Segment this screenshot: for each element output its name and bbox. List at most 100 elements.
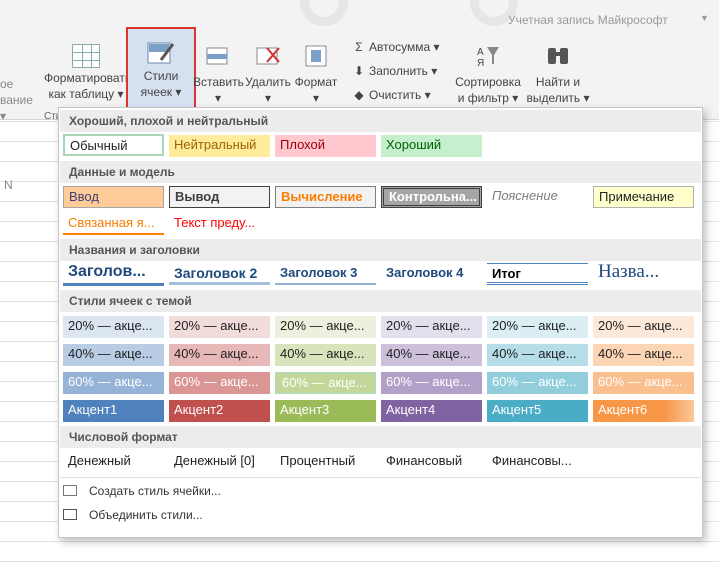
style-explanatory[interactable]: Пояснение (487, 186, 588, 208)
style-linked-cell[interactable]: Связанная я... (63, 213, 164, 235)
style-note[interactable]: Примечание (593, 186, 694, 208)
style-accent2[interactable]: Акцент2 (169, 400, 270, 422)
format-table-label: как таблицу ▾ (48, 87, 124, 101)
style-check-cell[interactable]: Контрольна... (381, 186, 482, 208)
style-accent4-20[interactable]: 20% — акце... (381, 316, 482, 338)
style-heading-3[interactable]: Заголовок 3 (275, 263, 376, 285)
style-accent3[interactable]: Акцент3 (275, 400, 376, 422)
find-select-label: Найти и (535, 75, 581, 89)
style-accent2-60[interactable]: 60% — акце... (169, 372, 270, 394)
table-icon (72, 44, 100, 68)
clear-button[interactable]: ◆ Очистить ▾ (352, 88, 430, 102)
delete-icon (244, 44, 292, 72)
style-accent5-20[interactable]: 20% — акце... (487, 316, 588, 338)
find-select-label: выделить ▾ (526, 91, 590, 105)
style-accent1-20[interactable]: 20% — акце... (63, 316, 164, 338)
fill-down-icon: ⬇ (353, 64, 365, 78)
style-accent2-40[interactable]: 40% — акце... (169, 344, 270, 366)
binoculars-icon (526, 44, 590, 72)
style-accent5[interactable]: Акцент5 (487, 400, 588, 422)
new-style-icon (63, 485, 77, 496)
style-accent1[interactable]: Акцент1 (63, 400, 164, 422)
partial-button[interactable]: ое вание ▾ (0, 76, 40, 124)
format-table-label: Форматировать (44, 71, 132, 85)
style-heading-2[interactable]: Заголовок 2 (169, 263, 270, 285)
sort-filter-label: и фильтр ▾ (457, 91, 519, 105)
cell-styles-gallery: Хороший, плохой и нейтральный Обычный Не… (58, 107, 703, 538)
style-accent3-20[interactable]: 20% — акце... (275, 316, 376, 338)
style-total[interactable]: Итог (487, 263, 588, 285)
find-select-button[interactable]: Найти и выделить ▾ (526, 44, 590, 106)
cell-styles-label: Стили (143, 69, 179, 83)
insert-button[interactable]: Вставить ▾ (193, 44, 244, 106)
fill-button[interactable]: ⬇ Заполнить ▾ (352, 64, 437, 78)
style-percent[interactable]: Процентный (275, 451, 376, 473)
format-icon (292, 44, 340, 72)
style-accent1-40[interactable]: 40% — акце... (63, 344, 164, 366)
style-accent1-60[interactable]: 60% — акце... (63, 372, 164, 394)
section-header-titles: Названия и заголовки (60, 239, 701, 261)
svg-text:Я: Я (477, 58, 484, 68)
delete-label: Удалить (245, 75, 291, 89)
style-accent4-40[interactable]: 40% — акце... (381, 344, 482, 366)
separator (60, 477, 701, 478)
style-accent6-40[interactable]: 40% — акце... (593, 344, 694, 366)
style-output[interactable]: Вывод (169, 186, 270, 208)
merge-styles-command[interactable]: Объединить стили... (63, 508, 203, 522)
merge-styles-icon (63, 509, 77, 520)
style-normal[interactable]: Обычный (63, 134, 164, 156)
style-heading-1[interactable]: Заголов... (63, 262, 164, 286)
style-accent4[interactable]: Акцент4 (381, 400, 482, 422)
cell-styles-icon (147, 40, 175, 66)
style-comma[interactable]: Финансовый (381, 451, 482, 473)
partial-label: ое (0, 77, 14, 91)
chevron-down-icon: ▾ (312, 91, 320, 105)
style-neutral[interactable]: Нейтральный (169, 135, 270, 157)
delete-button[interactable]: Удалить ▾ (244, 44, 292, 106)
section-header-number: Числовой формат (60, 426, 701, 448)
style-good[interactable]: Хороший (381, 135, 482, 157)
style-heading-4[interactable]: Заголовок 4 (381, 263, 482, 285)
sort-filter-label: Сортировка (455, 75, 521, 89)
format-button[interactable]: Формат ▾ (292, 44, 340, 106)
svg-text:A: A (477, 47, 484, 58)
format-label: Формат (294, 75, 338, 89)
style-warning-text[interactable]: Текст преду... (169, 213, 270, 235)
autosum-button[interactable]: Σ Автосумма ▾ (352, 40, 439, 54)
insert-icon (193, 44, 243, 72)
ribbon: Учетная запись Майкрософт ▼ ое вание ▾ Ф… (0, 0, 719, 123)
style-accent2-20[interactable]: 20% — акце... (169, 316, 270, 338)
eraser-icon: ◆ (354, 88, 364, 102)
cell-styles-label: ячеек ▾ (140, 85, 182, 99)
style-title[interactable]: Назва... (593, 259, 694, 285)
style-accent6-20[interactable]: 20% — акце... (593, 316, 694, 338)
style-accent3-60[interactable]: 60% — акце... (275, 372, 376, 394)
chevron-down-icon: ▾ (214, 91, 222, 105)
section-header-good-bad: Хороший, плохой и нейтральный (60, 110, 701, 132)
chevron-down-icon[interactable]: ▼ (700, 13, 709, 23)
new-cell-style-command[interactable]: Создать стиль ячейки... (63, 484, 221, 498)
style-accent3-40[interactable]: 40% — акце... (275, 344, 376, 366)
column-header: N (4, 178, 13, 192)
decorative-circle (300, 0, 348, 26)
section-header-theme: Стили ячеек с темой (60, 290, 701, 312)
insert-label: Вставить (193, 75, 244, 89)
cell-styles-button[interactable]: Стили ячеек ▾ (128, 40, 194, 100)
style-accent6[interactable]: Акцент6 (593, 400, 694, 422)
format-as-table-button[interactable]: Форматировать как таблицу ▾ (44, 44, 132, 102)
sort-filter-button[interactable]: AЯ Сортировка и фильтр ▾ (452, 44, 524, 106)
section-header-data-model: Данные и модель (60, 161, 701, 183)
style-accent4-60[interactable]: 60% — акце... (381, 372, 482, 394)
style-accent6-60[interactable]: 60% — акце... (593, 372, 694, 394)
partial-label: вание ▾ (0, 93, 33, 123)
style-currency-0[interactable]: Денежный [0] (169, 451, 270, 473)
style-bad[interactable]: Плохой (275, 135, 376, 157)
style-comma-0[interactable]: Финансовы... (487, 451, 588, 473)
style-accent5-60[interactable]: 60% — акце... (487, 372, 588, 394)
style-input[interactable]: Ввод (63, 186, 164, 208)
chevron-down-icon: ▾ (264, 91, 272, 105)
account-label[interactable]: Учетная запись Майкрософт (508, 13, 668, 27)
style-accent5-40[interactable]: 40% — акце... (487, 344, 588, 366)
style-currency[interactable]: Денежный (63, 451, 164, 473)
style-calculation[interactable]: Вычисление (275, 186, 376, 208)
